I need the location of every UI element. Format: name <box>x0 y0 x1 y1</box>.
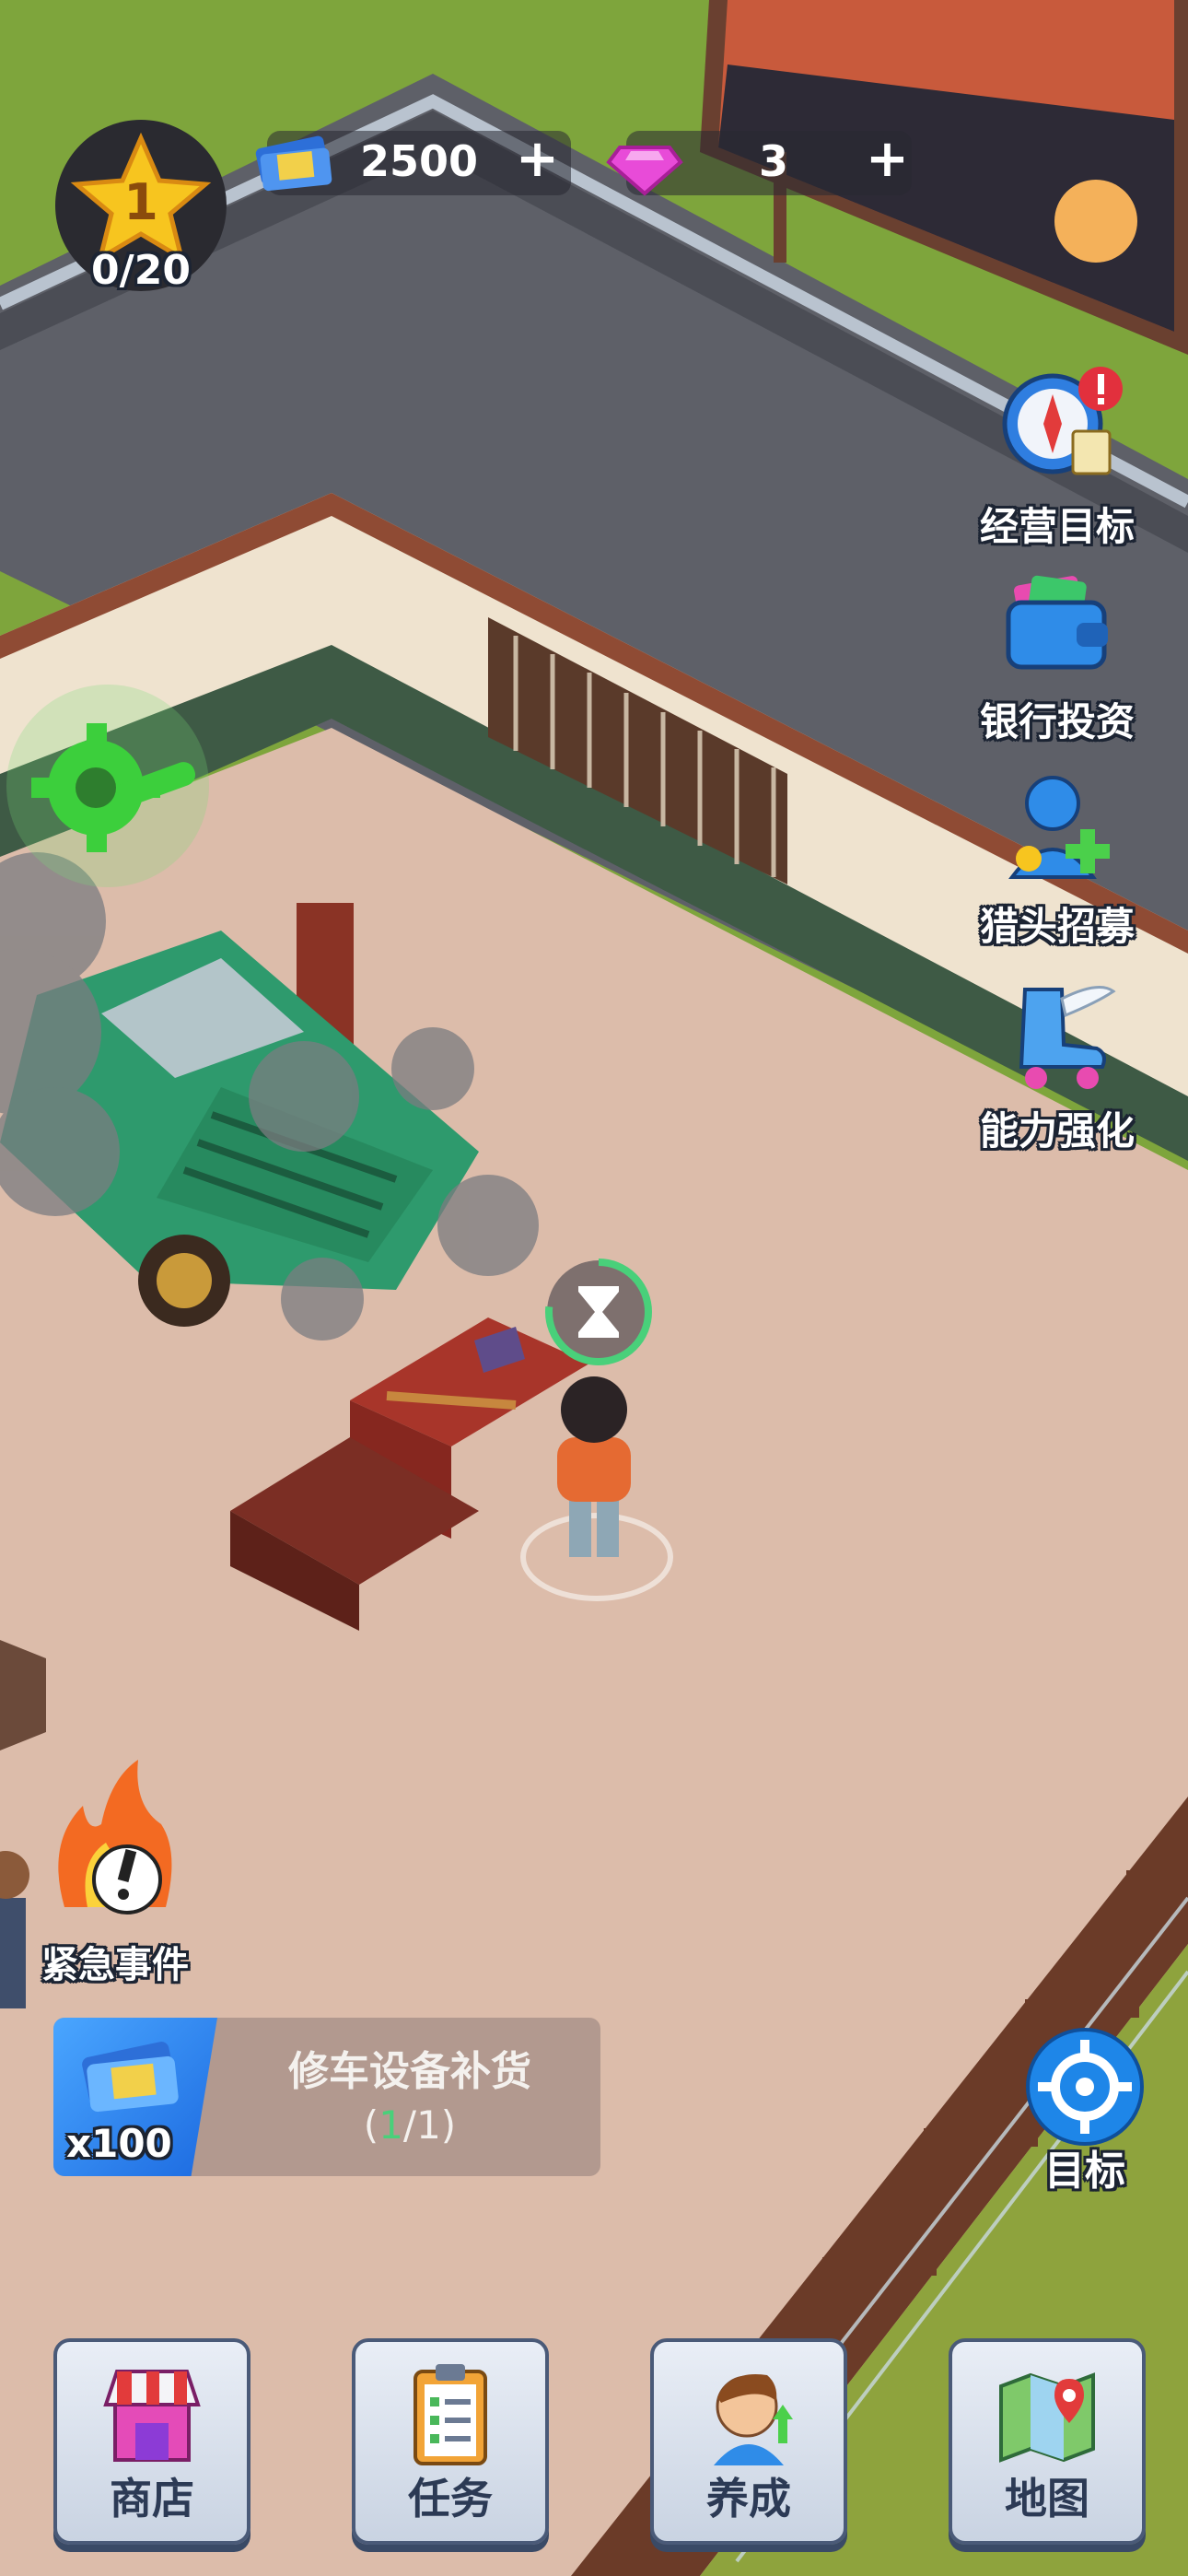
level-badge[interactable]: 1 0/20 <box>53 118 228 294</box>
side-menu-label: 银行投资 <box>979 699 1135 744</box>
nav-label: 商店 <box>110 2474 194 2523</box>
cash-icon <box>250 125 338 199</box>
level-number: 1 <box>123 173 158 231</box>
add-cash-button[interactable]: + <box>516 129 559 189</box>
map-icon <box>999 2372 1095 2463</box>
gem-amount: 3 <box>758 136 788 186</box>
target-icon <box>1026 2028 1144 2146</box>
repair-timer <box>542 1255 656 1369</box>
nav-tasks-button[interactable]: 任务 <box>352 2338 549 2545</box>
side-menu-label: 能力强化 <box>979 1108 1135 1153</box>
recruit-icon <box>1008 776 1110 879</box>
side-menu-label: 猎头招募 <box>979 904 1135 949</box>
side-menu-headhunter[interactable]: 猎头招募 <box>965 767 1149 952</box>
nav-label: 任务 <box>408 2474 493 2523</box>
nav-label: 养成 <box>706 2474 791 2523</box>
character-icon <box>714 2374 793 2465</box>
nav-shop-button[interactable]: 商店 <box>53 2338 250 2545</box>
winged-skate-icon <box>1019 986 1116 1089</box>
fire-alert-icon <box>58 1760 172 1914</box>
task-title: 修车设备补货 <box>288 2048 531 2095</box>
task-reward-amount: x100 <box>66 2121 172 2166</box>
side-menu-business-goals[interactable]: 经营目标 <box>965 357 1149 552</box>
nav-develop-button[interactable]: 养成 <box>650 2338 847 2545</box>
add-gems-button[interactable]: + <box>866 129 909 189</box>
nav-label: 地图 <box>1005 2474 1089 2523</box>
compass-icon <box>1002 367 1123 475</box>
task-progress-close: ) <box>440 2102 457 2148</box>
urgent-event-button[interactable]: 紧急事件 <box>9 1732 221 1986</box>
side-menu-label: 经营目标 <box>979 504 1135 549</box>
nav-map-button[interactable]: 地图 <box>949 2338 1146 2545</box>
task-reward: x100 <box>53 2018 217 2176</box>
task-progress-total: /1 <box>402 2102 441 2148</box>
urgent-event-label: 紧急事件 <box>41 1944 189 1986</box>
cash-amount: 2500 <box>359 136 479 186</box>
gem-icon <box>603 127 686 201</box>
xp-progress: 0/20 <box>91 247 191 294</box>
target-button[interactable]: 目标 <box>1020 2027 1149 2195</box>
task-progress-current: 1 <box>379 2102 403 2148</box>
repair-gear-button[interactable] <box>4 682 212 890</box>
clipboard-icon <box>413 2364 487 2465</box>
task-progress: (1/1) <box>219 2102 600 2148</box>
wallet-icon <box>1006 575 1108 670</box>
shop-icon <box>103 2370 201 2462</box>
task-card[interactable]: x100 修车设备补货 (1/1) <box>53 2018 600 2176</box>
side-menu-ability-boost[interactable]: 能力强化 <box>965 971 1149 1156</box>
task-progress-open: ( <box>363 2102 379 2148</box>
side-menu-bank-investment[interactable]: 银行投资 <box>965 562 1149 747</box>
cash-bundle-icon <box>82 2042 179 2113</box>
